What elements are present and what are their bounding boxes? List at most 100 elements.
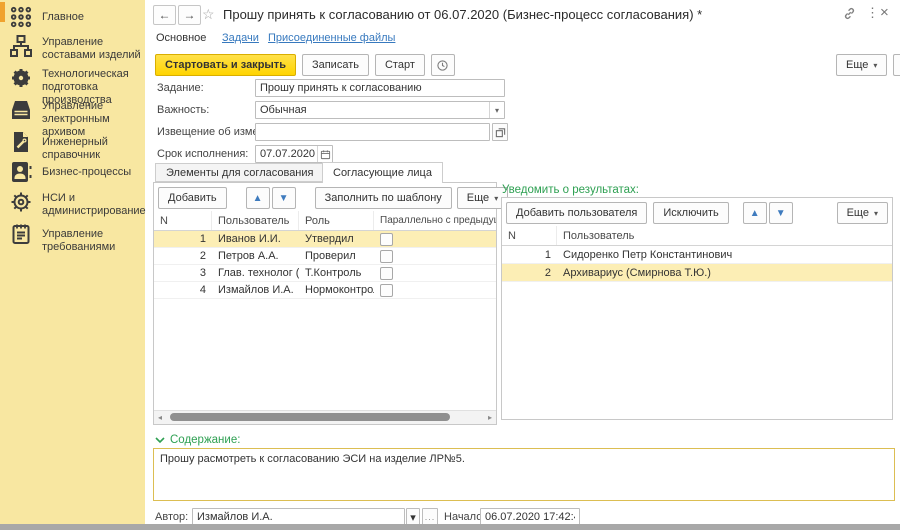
scrollbar-thumb[interactable] [170,413,450,421]
more-button-label: Еще [846,59,868,71]
save-button[interactable]: Записать [302,54,369,76]
parallel-checkbox[interactable] [380,267,393,280]
move-down-icon[interactable]: ▼ [769,202,793,224]
table-row[interactable]: 1 Иванов И.И. Утвердил [154,231,496,248]
col-n: N [154,211,212,230]
history-nav: ← → [153,5,201,25]
row-user: Петров А.А. [212,248,299,264]
window-bottom-edge [0,524,900,530]
add-user-button[interactable]: Добавить пользователя [506,202,647,224]
row-user: Измайлов И.А. [212,282,299,298]
window-menu-icon[interactable]: ⋮ [866,5,879,21]
sidebar-item-label: НСИ и администрирование [42,190,146,218]
notepad-icon [9,222,33,246]
fill-by-template-button[interactable]: Заполнить по шаблону [315,187,452,209]
parallel-checkbox[interactable] [380,284,393,297]
sidebar-item-product-structures[interactable]: Управление составами изделий [9,34,141,62]
content-section-header[interactable]: Содержание: [155,434,240,446]
scroll-right-icon[interactable]: ▸ [484,411,496,424]
more-label: Еще [467,192,489,204]
start-and-close-button[interactable]: Стартовать и закрыть [155,54,296,76]
notify-table-header: N Пользователь [502,226,892,246]
col-user: Пользователь [212,211,299,230]
sidebar-item-engineering-reference[interactable]: Инженерный справочник [9,130,141,162]
row-n: 3 [154,265,212,281]
close-icon[interactable]: × [880,4,889,21]
tab-attached-files[interactable]: Присоединенные файлы [268,32,395,44]
grid-dots-icon [9,5,33,29]
importance-value[interactable] [255,101,505,119]
due-date-field[interactable] [255,145,333,163]
table-row[interactable]: 4 Измайлов И.А. Нормоконтроль [154,282,496,299]
col-role: Роль [299,211,374,230]
sidebar-item-label: Главное [42,5,84,24]
dropdown-icon: ▾ [874,209,878,218]
due-date-label: Срок исполнения: [157,148,248,160]
forward-button[interactable]: → [178,5,201,25]
tab-label: Согласующие лица [333,167,432,179]
importance-label: Важность: [157,104,209,116]
row-role: Проверил [299,248,374,264]
table-row[interactable]: 1 Сидоренко Петр Константинович [502,246,892,264]
sidebar-item-nsi-administration[interactable]: НСИ и администрирование [9,190,141,218]
author-label: Автор: [155,511,188,523]
more-button[interactable]: Еще▾ [836,54,887,76]
sidebar-item-main[interactable]: Главное [9,5,141,29]
tab-approving-persons[interactable]: Согласующие лица [322,162,443,183]
tab-tasks[interactable]: Задачи [222,32,259,44]
approvers-panel: Добавить ▲ ▼ Заполнить по шаблону Еще▾ N… [153,182,497,425]
row-role: Т.Контроль [299,265,374,281]
parallel-checkbox[interactable] [380,250,393,263]
tab-elements-for-approval[interactable]: Элементы для согласования [155,163,325,182]
scroll-left-icon[interactable]: ◂ [154,411,166,424]
col-parallel: Параллельно с предыдущим [374,211,496,230]
process-route-icon-button[interactable] [431,54,455,76]
section-sidebar: Главное Управление составами изделий Тех… [0,0,145,524]
task-label: Задание: [157,82,204,94]
approvers-table-header: N Пользователь Роль Параллельно с предыд… [154,211,496,231]
notify-more-button[interactable]: Еще▾ [837,202,888,224]
back-button[interactable]: ← [153,5,176,25]
col-n: N [502,226,557,245]
help-button[interactable]: ? [893,54,900,76]
content-textarea[interactable]: Прошу расмотреть к согласованию ЭСИ на и… [153,448,895,501]
start-button[interactable]: Старт [375,54,425,76]
horizontal-scrollbar[interactable]: ◂ ▸ [154,410,496,424]
move-up-icon[interactable]: ▲ [246,187,270,209]
row-user: Сидоренко Петр Константинович [557,246,892,263]
notify-toolbar: Добавить пользователя Исключить ▲ ▼ Еще▾ [506,202,888,224]
row-user: Иванов И.И. [212,231,299,247]
parallel-checkbox[interactable] [380,233,393,246]
tab-main[interactable]: Основное [156,32,206,44]
move-up-icon[interactable]: ▲ [743,202,767,224]
get-link-icon[interactable] [842,6,857,24]
sidebar-item-business-processes[interactable]: Бизнес-процессы [9,160,141,184]
favorite-star-icon[interactable]: ☆ [202,6,215,23]
table-row[interactable]: 2 Петров А.А. Проверил [154,248,496,265]
active-section-indicator [0,2,5,22]
table-row[interactable]: 3 Глав. технолог (М... Т.Контроль [154,265,496,282]
main-toolbar: Стартовать и закрыть Записать Старт [155,54,455,76]
move-down-icon[interactable]: ▼ [272,187,296,209]
sidebar-item-label: Управление составами изделий [42,34,141,62]
notify-section-title: Уведомить о результатах: [502,184,639,196]
chevron-down-icon[interactable]: ▾ [489,102,504,118]
add-button[interactable]: Добавить [158,187,227,209]
row-user: Глав. технолог (М... [212,265,299,281]
exclude-button[interactable]: Исключить [653,202,728,224]
change-notice-input[interactable] [255,123,490,141]
toolbar-right: Еще▾ ? [836,54,900,76]
importance-combobox[interactable]: ▾ [255,101,505,119]
gear-outline-icon [9,190,33,214]
row-n: 1 [502,246,557,263]
sidebar-item-label: Инженерный справочник [42,130,141,162]
row-role: Утвердил [299,231,374,247]
sidebar-item-requirements[interactable]: Управление требованиями [9,222,141,254]
tab-label: Элементы для согласования [166,167,314,179]
sidebar-item-label: Бизнес-процессы [42,160,131,179]
table-row[interactable]: 2 Архивариус (Смирнова Т.Ю.) [502,264,892,282]
open-notice-icon[interactable] [492,123,508,141]
col-user: Пользователь [557,226,892,245]
task-input[interactable] [255,79,505,97]
calendar-icon[interactable] [317,146,332,162]
